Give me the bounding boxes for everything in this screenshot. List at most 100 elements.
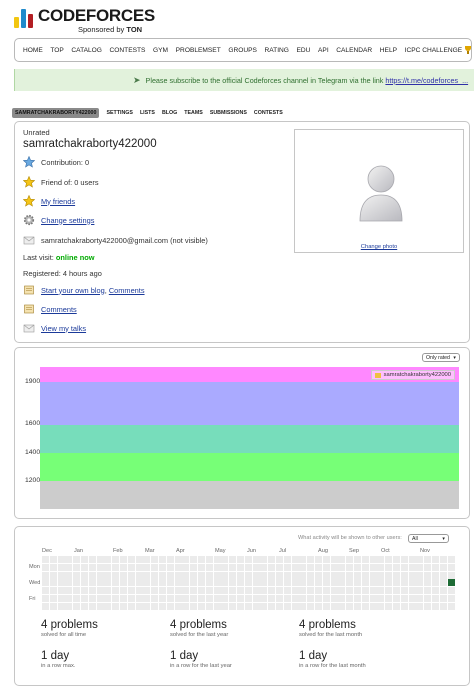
last-visit-value: online now <box>55 253 95 262</box>
activity-cell <box>369 571 377 579</box>
activity-cell <box>408 595 416 602</box>
tab-contests[interactable]: CONTESTS <box>254 110 283 116</box>
tab-settings[interactable]: SETTINGS <box>106 110 133 116</box>
activity-cell <box>424 587 432 595</box>
activity-cell <box>424 602 432 610</box>
menu-help[interactable]: HELP <box>380 47 397 54</box>
activity-cell <box>221 563 229 571</box>
activity-cell <box>120 571 127 579</box>
activity-cell <box>346 595 354 602</box>
menu-calendar[interactable]: CALENDAR <box>336 47 372 54</box>
activity-cell <box>143 587 151 595</box>
band-expert <box>40 382 459 425</box>
activity-cell <box>322 587 330 595</box>
stat-value: 4 problems <box>41 619 98 631</box>
activity-cell <box>120 602 127 610</box>
activity-cell <box>88 602 96 610</box>
activity-cell <box>369 595 377 602</box>
activity-cell <box>159 602 166 610</box>
activity-cell <box>104 579 112 587</box>
menu-edu[interactable]: EDU <box>297 47 311 54</box>
band-pupil <box>40 453 459 481</box>
activity-cell <box>229 595 237 602</box>
activity-cell <box>182 556 190 563</box>
activity-cell <box>174 587 182 595</box>
gear-icon <box>23 214 35 226</box>
activity-cell <box>190 556 198 563</box>
activity-cell <box>151 587 159 595</box>
tab-teams[interactable]: TEAMS <box>184 110 203 116</box>
activity-cell <box>166 602 174 610</box>
menu-icpc-challenge[interactable]: ICPC CHALLENGE <box>405 46 473 54</box>
activity-cell <box>65 571 73 579</box>
banner-link[interactable]: https://t.me/codeforces_... <box>385 76 468 85</box>
blog-comments-link[interactable]: Comments <box>109 286 145 295</box>
activity-cell <box>120 556 127 563</box>
stat-value: 1 day <box>41 650 70 662</box>
activity-visibility-select[interactable]: All ▾ <box>408 534 449 543</box>
activity-cell <box>244 563 252 571</box>
activity-cell <box>120 563 127 571</box>
activity-cell <box>213 556 221 563</box>
activity-cell <box>221 587 229 595</box>
menu-top[interactable]: TOP <box>50 47 63 54</box>
activity-cell <box>96 587 104 595</box>
activity-cell <box>377 563 385 571</box>
menu-groups[interactable]: GROUPS <box>228 47 257 54</box>
activity-cell <box>322 579 330 587</box>
tab-submissions[interactable]: SUBMISSIONS <box>210 110 247 116</box>
activity-cell <box>143 579 151 587</box>
menu-home[interactable]: HOME <box>23 47 43 54</box>
activity-cell <box>346 563 354 571</box>
activity-cell <box>315 579 322 587</box>
activity-cell <box>299 571 307 579</box>
activity-cell <box>439 571 447 579</box>
month-label: Oct <box>381 548 390 554</box>
view-talks-link[interactable]: View my talks <box>41 324 86 333</box>
activity-cell <box>260 556 268 563</box>
activity-cell <box>221 579 229 587</box>
contribution-row: Contribution: 0 <box>23 156 89 168</box>
activity-cell <box>104 587 112 595</box>
activity-cell <box>174 556 182 563</box>
activity-cell <box>268 595 276 602</box>
menu-problemset[interactable]: PROBLEMSET <box>176 47 221 54</box>
activity-cell <box>307 571 315 579</box>
activity-cell <box>338 571 346 579</box>
rating-filter-select[interactable]: Only rated ▾ <box>422 353 460 362</box>
activity-cell <box>307 579 315 587</box>
menu-catalog[interactable]: CATALOG <box>71 47 102 54</box>
activity-cell <box>346 556 354 563</box>
activity-cell <box>174 571 182 579</box>
tab-profile[interactable]: SAMRATCHAKRABORTY422000 <box>12 108 100 118</box>
activity-cell <box>432 556 439 563</box>
my-friends-link[interactable]: My friends <box>41 197 75 206</box>
comments-link[interactable]: Comments <box>41 305 77 314</box>
menu-rating[interactable]: RATING <box>265 47 289 54</box>
change-settings-link[interactable]: Change settings <box>41 216 94 225</box>
change-photo-link[interactable]: Change photo <box>295 244 463 250</box>
activity-cell <box>120 595 127 602</box>
menu-api[interactable]: API <box>318 47 329 54</box>
start-blog-link[interactable]: Start your own blog <box>41 286 105 295</box>
last-visit-label: Last visit: <box>23 253 54 262</box>
menu-gym[interactable]: GYM <box>153 47 168 54</box>
legend-label: samratchakraborty422000 <box>383 372 451 378</box>
stat-caption: in a row for the last month <box>299 663 366 669</box>
activity-cell <box>299 563 307 571</box>
activity-cell <box>190 602 198 610</box>
activity-visibility-label: What activity will be shown to other use… <box>298 535 402 541</box>
activity-cell <box>432 579 439 587</box>
trophy-icon <box>464 46 472 54</box>
star-blue-icon <box>23 156 35 168</box>
activity-cell <box>166 571 174 579</box>
blog-separator: , <box>104 285 107 295</box>
activity-cell <box>205 579 213 587</box>
tab-lists[interactable]: LISTS <box>140 110 155 116</box>
band-specialist <box>40 425 459 453</box>
tab-blog[interactable]: BLOG <box>162 110 177 116</box>
menu-contests[interactable]: CONTESTS <box>110 47 146 54</box>
activity-cell <box>96 602 104 610</box>
star-gold-icon <box>23 195 35 207</box>
codeforces-logo[interactable]: CODEFORCES Sponsored by TON <box>14 6 174 36</box>
